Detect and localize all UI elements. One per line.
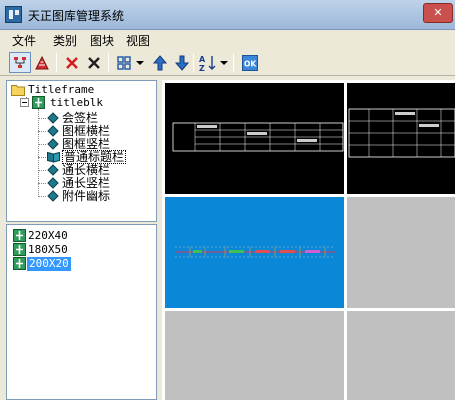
move-up-icon (153, 54, 167, 70)
thumbnail-selected[interactable] (165, 197, 344, 308)
menu-view[interactable]: 视图 (126, 32, 150, 49)
size-item-label: 220X40 (28, 229, 68, 242)
tree-connector (38, 118, 46, 119)
layout-dropdown[interactable] (135, 52, 145, 73)
tree-connector (38, 157, 46, 158)
move-up-button[interactable] (149, 52, 171, 73)
svg-text:A: A (199, 55, 206, 64)
toolbar: A Z OK (0, 49, 455, 76)
chevron-down-icon (220, 60, 228, 65)
folder-icon (11, 85, 25, 96)
block-category-icon (32, 96, 45, 109)
tree-item-label: 图框竖栏 (62, 137, 111, 151)
thumbnail-empty[interactable] (347, 311, 455, 400)
tree-node-label: titleblk (50, 96, 103, 109)
tree-connector (38, 196, 46, 197)
tree-connector (38, 170, 46, 171)
toolbar-separator (56, 53, 57, 72)
thumbnail-empty[interactable] (165, 311, 344, 400)
toolbar-separator (108, 53, 109, 72)
window-title: 天正图库管理系统 (28, 9, 125, 23)
tree-item-label: 通长竖栏 (62, 176, 111, 190)
titleblock-preview (175, 246, 335, 258)
tree-connector (38, 183, 46, 184)
toolbar-separator (233, 53, 234, 72)
thumbnail-titleblock[interactable] (347, 83, 455, 194)
thumbnail-empty[interactable] (347, 197, 455, 308)
tree-item-label: 会签栏 (62, 111, 99, 125)
delete-button[interactable] (61, 52, 83, 73)
tree-root-label: Titleframe (28, 83, 95, 96)
layout-button[interactable] (113, 52, 135, 73)
block-category-icon (13, 257, 26, 270)
chevron-down-icon (136, 60, 144, 65)
tree-view-button[interactable] (9, 52, 31, 73)
sort-icon: A Z (199, 55, 216, 72)
tree-item-label: 附件幽标 (62, 189, 111, 203)
titleblock-preview (172, 122, 344, 152)
tree-connector (38, 131, 46, 132)
tree-connector (38, 144, 46, 145)
pyramid-button[interactable] (31, 52, 53, 73)
category-tree[interactable]: Titleframe titleblk 会签栏 图框横栏 图框竖栏 普通标题栏 … (6, 80, 157, 222)
sort-dropdown[interactable] (219, 52, 229, 73)
delete-icon (66, 56, 78, 69)
thumbnail-grid[interactable] (162, 80, 455, 400)
toolbar-separator (193, 53, 194, 72)
title-bar[interactable]: 天正图库管理系统 ✕ (0, 0, 455, 30)
size-item[interactable]: 180X50 (13, 243, 83, 257)
layout-icon (117, 55, 131, 70)
tree-view-icon (14, 56, 26, 68)
app-icon (5, 6, 22, 23)
block-icon (47, 164, 59, 176)
close-button[interactable]: ✕ (423, 3, 453, 23)
svg-text:Z: Z (199, 64, 205, 72)
size-item-selected[interactable]: 200X20 (13, 257, 83, 271)
cancel-button[interactable] (83, 52, 105, 73)
block-icon (47, 177, 59, 189)
pyramid-icon (35, 55, 49, 69)
collapse-icon (20, 98, 29, 107)
block-category-icon (13, 229, 26, 242)
sort-button[interactable]: A Z (197, 52, 219, 73)
menu-bar: 文件 类别 图块 视图 (0, 30, 455, 49)
size-list[interactable]: 220X40 180X50 200X20 (6, 224, 157, 400)
ok-icon: OK (242, 54, 258, 71)
tree-item-label: 普通标题栏 (62, 150, 127, 164)
cancel-icon (88, 56, 100, 69)
block-icon (47, 125, 59, 137)
move-down-button[interactable] (171, 52, 193, 73)
svg-text:OK: OK (244, 59, 257, 68)
tree-item-label: 图框横栏 (62, 124, 111, 138)
menu-category[interactable]: 类别 (53, 32, 77, 49)
block-icon (47, 138, 59, 150)
thumbnail-titleblock[interactable] (165, 83, 344, 194)
block-category-icon (13, 243, 26, 256)
open-book-icon (47, 151, 60, 163)
ok-button[interactable]: OK (239, 52, 261, 73)
titleblock-preview (348, 108, 455, 158)
tree-item-label: 通长横栏 (62, 163, 111, 177)
app-window: 天正图库管理系统 ✕ 文件 类别 图块 视图 A Z OK Titleframe… (0, 0, 455, 400)
size-item-label: 180X50 (28, 243, 68, 256)
size-item[interactable]: 220X40 (13, 229, 83, 243)
block-icon (47, 190, 59, 202)
menu-block[interactable]: 图块 (90, 32, 114, 49)
size-item-label: 200X20 (27, 257, 71, 271)
block-icon (47, 112, 59, 124)
menu-file[interactable]: 文件 (12, 32, 36, 49)
move-down-icon (175, 55, 189, 71)
